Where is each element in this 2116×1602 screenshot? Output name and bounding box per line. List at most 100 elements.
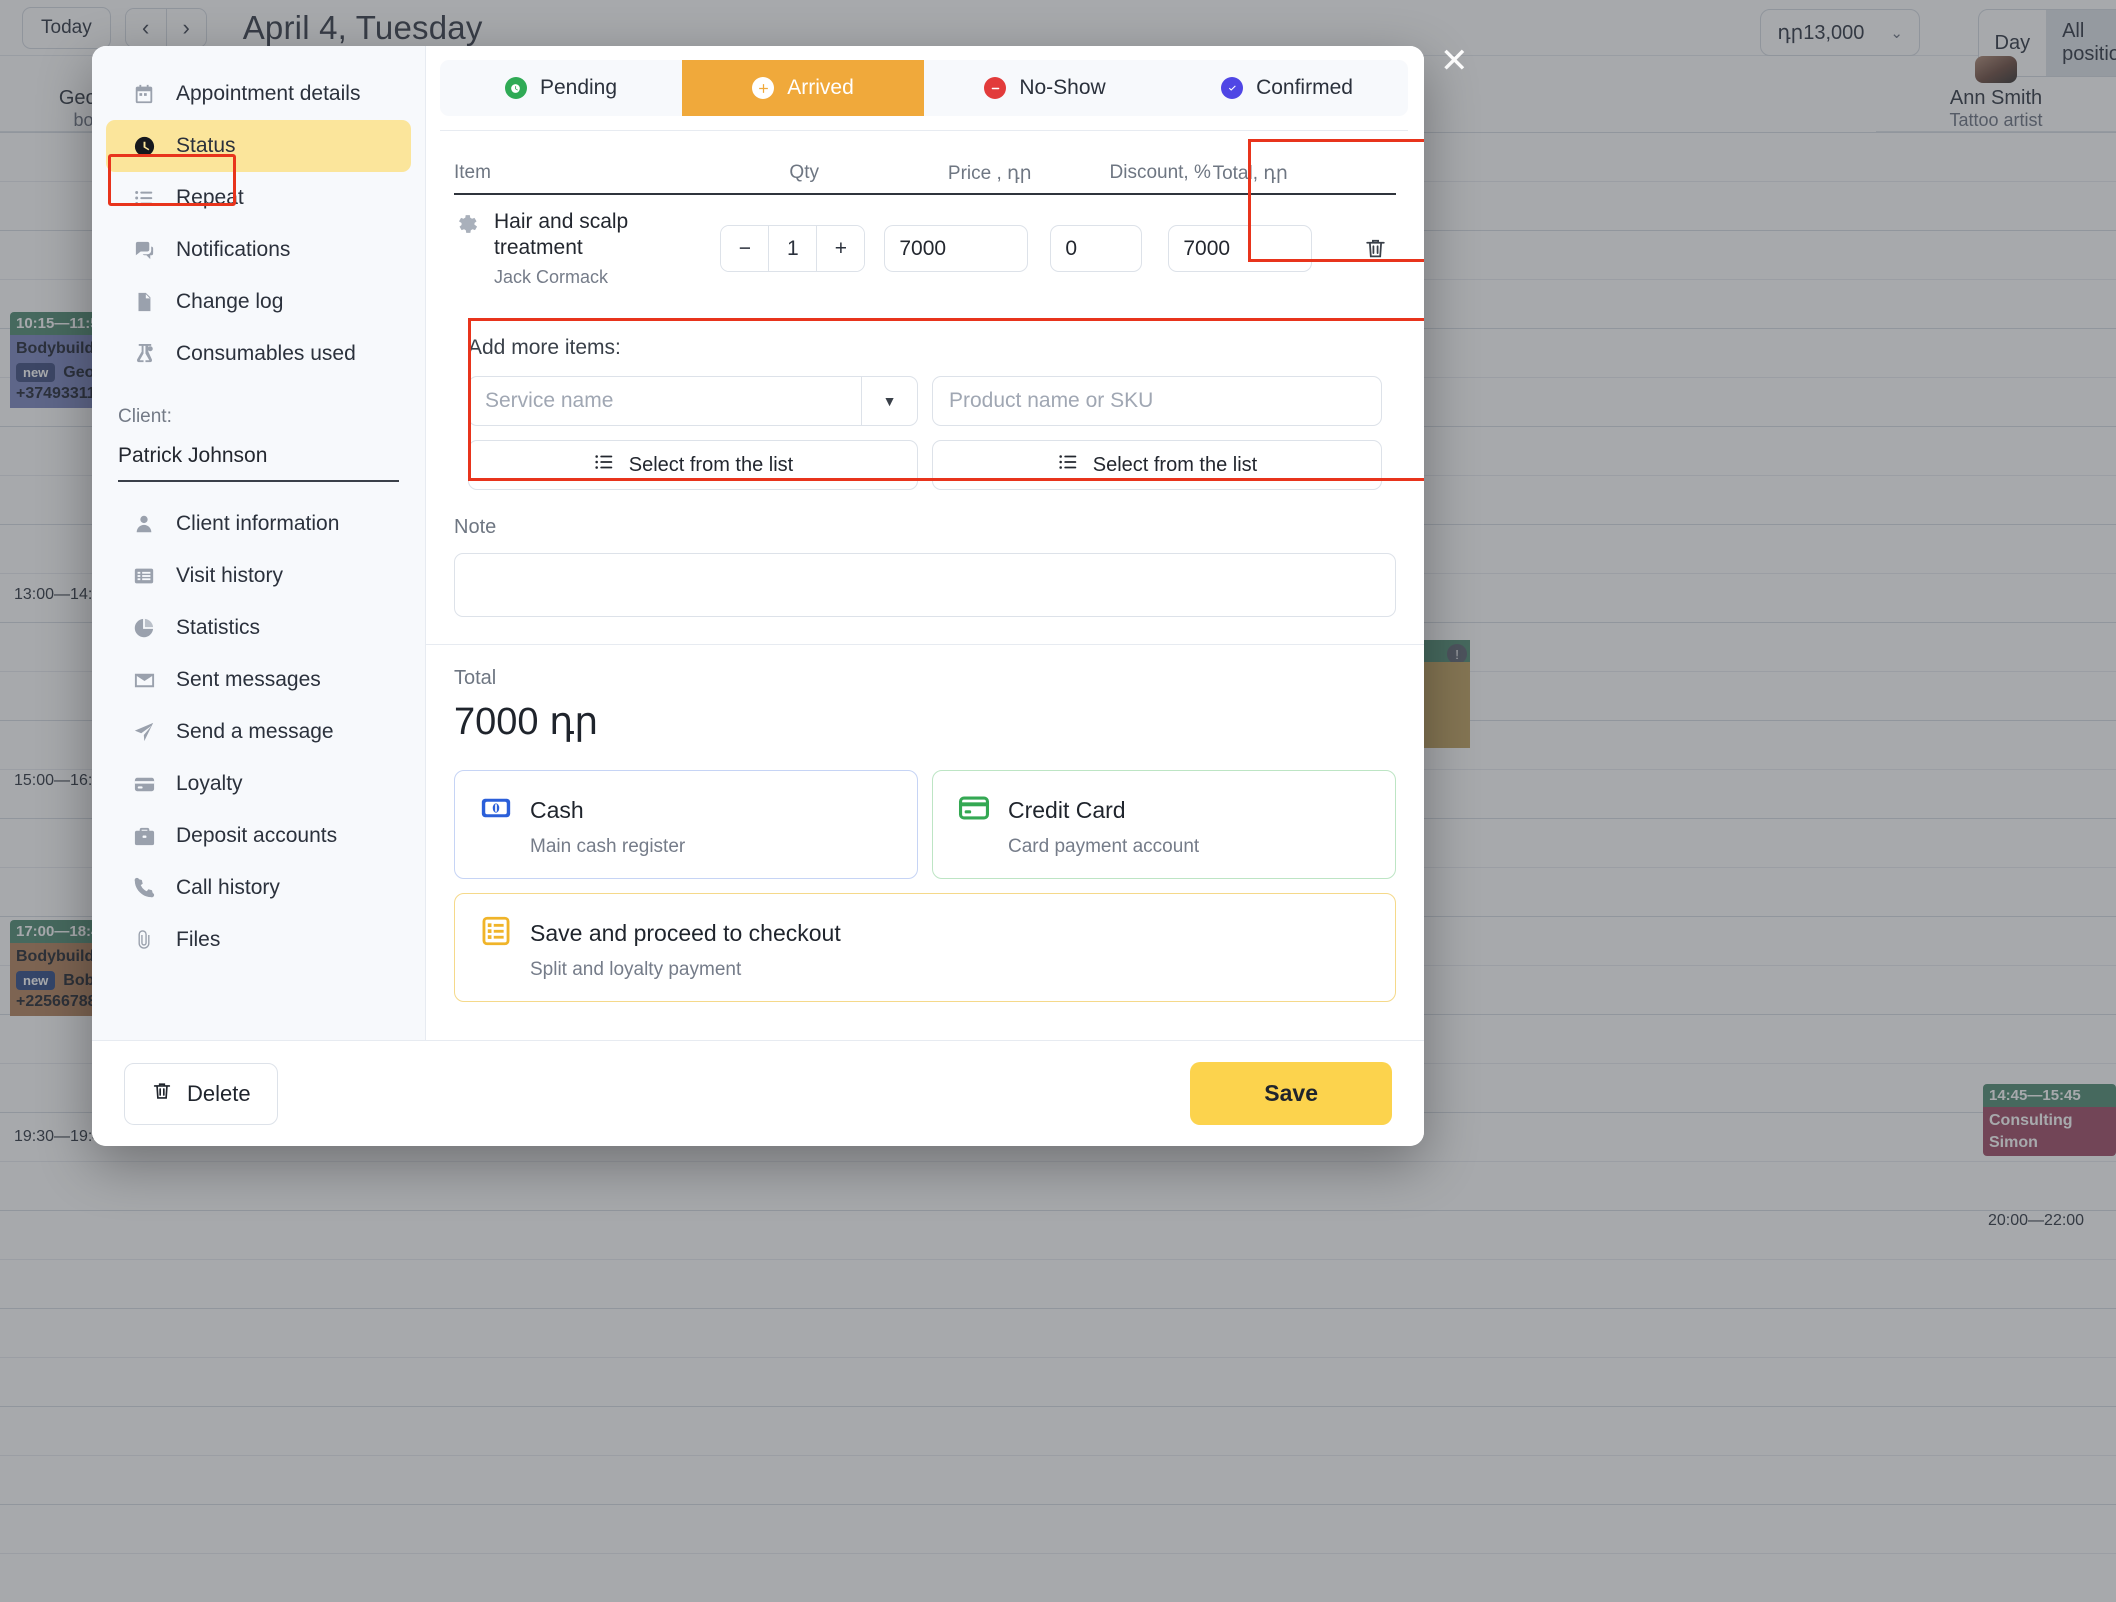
client-label: Client: [118,406,172,427]
service-name-input[interactable] [469,377,861,426]
column-header-item: Item [454,162,491,183]
column-header-qty: Qty [789,162,819,183]
column-header-discount: Discount, % [1109,162,1211,183]
sidebar-item-label: Consumables used [176,342,356,365]
list-icon [132,186,156,210]
select-service-from-list-button[interactable]: Select from the list [468,440,918,491]
payment-option-checkout[interactable]: Save and proceed to checkout Split and l… [454,893,1396,1003]
modal-main-pane: Pending Arrived No-Show Confirmed Item Q… [426,46,1424,1040]
person-icon [132,512,156,536]
sidebar-item-label: Deposit accounts [176,824,338,847]
modal-footer: Delete Save [92,1040,1424,1146]
close-icon[interactable]: ✕ [1440,44,1469,78]
client-name: Patrick Johnson [118,444,268,467]
payment-head: Credit Card [957,791,1371,830]
trash-icon [151,1080,173,1108]
sidebar-item-statistics[interactable]: Statistics [106,602,411,654]
payment-option-cash[interactable]: Cash Main cash register [454,770,918,880]
qty-increment-button[interactable]: + [816,226,865,272]
modal-sidebar: Appointment details Status Repeat Notifi… [92,46,426,1040]
sidebar-item-appointment-details[interactable]: Appointment details [106,68,411,120]
credit-card-icon [957,791,991,830]
service-column: ▼ Select from the list [468,376,918,491]
add-more-items-section: Add more items: ▼ Select from the list [454,318,1424,510]
clock-circle-icon [504,77,527,99]
calendar-icon [132,82,156,106]
service-combo[interactable]: ▼ [468,376,918,427]
delete-button[interactable]: Delete [124,1062,278,1125]
tab-pending[interactable]: Pending [440,60,682,116]
payment-subtitle: Main cash register [530,836,686,858]
payment-subtitle: Split and loyalty payment [530,959,742,981]
sidebar-item-label: Notifications [176,238,291,261]
sidebar-item-files[interactable]: Files [106,914,411,966]
phone-icon [132,876,156,900]
qty-value[interactable]: 1 [768,226,817,272]
briefcase-icon [132,824,156,848]
sidebar-item-status[interactable]: Status [106,120,411,172]
item-title: Hair and scalp treatment [494,210,629,259]
tab-label: Pending [539,76,618,99]
sidebar-item-label: Visit history [176,564,283,587]
sidebar-item-label: Sent messages [176,668,321,691]
payment-title: Save and proceed to checkout [530,920,841,947]
add-more-items-label: Add more items: [468,336,621,360]
sidebar-item-label: Call history [176,876,280,899]
checkout-list-icon [479,914,513,953]
qty-cell: − 1 + [720,225,866,273]
price-input[interactable] [884,225,1029,273]
payment-options-grid: Cash Main cash register Credit Card Card… [454,770,1396,1003]
quantity-stepper[interactable]: − 1 + [720,225,866,273]
save-button[interactable]: Save [1190,1062,1392,1125]
payment-option-credit-card[interactable]: Credit Card Card payment account [932,770,1396,880]
column-header-total: Total, դր [1212,162,1288,184]
discount-input[interactable] [1050,225,1143,273]
payment-title: Credit Card [1008,797,1126,824]
sidebar-item-notifications[interactable]: Notifications [106,224,411,276]
tab-label: No-Show [1019,76,1106,99]
client-block: Client: Patrick Johnson [92,380,425,482]
payment-head: Save and proceed to checkout [479,914,1371,953]
product-column: Select from the list [932,376,1382,491]
note-label: Note [454,516,497,539]
payment-head: Cash [479,791,893,830]
list-box-icon [132,564,156,588]
chevron-down-icon[interactable]: ▼ [861,377,917,426]
note-input[interactable] [454,553,1396,618]
qty-decrement-button[interactable]: − [721,226,769,272]
payment-section: Total 7000 դր Cash Main cash register Cr… [426,645,1424,1003]
select-product-from-list-button[interactable]: Select from the list [932,440,1382,491]
sidebar-item-loyalty[interactable]: Loyalty [106,758,411,810]
list-icon [593,451,615,479]
gear-icon [454,211,480,237]
card-icon [132,772,156,796]
sidebar-item-label: Send a message [176,720,334,743]
total-input[interactable] [1168,225,1313,273]
delete-label: Delete [187,1080,251,1106]
sidebar-item-change-log[interactable]: Change log [106,276,411,328]
sidebar-item-label: Change log [176,290,284,313]
sidebar-item-repeat[interactable]: Repeat [106,172,411,224]
minus-circle-icon [984,77,1007,99]
sidebar-item-deposit-accounts[interactable]: Deposit accounts [106,810,411,862]
document-icon [132,290,156,314]
sidebar-item-consumables-used[interactable]: Consumables used [106,328,411,380]
delete-row-button[interactable] [1354,236,1396,261]
tab-no-show[interactable]: No-Show [924,60,1166,116]
product-name-input[interactable] [932,376,1382,427]
pie-chart-icon [132,616,156,640]
status-tabs-wrap: Pending Arrived No-Show Confirmed [426,46,1424,131]
add-items-grid: ▼ Select from the list [468,376,1382,491]
sidebar-item-call-history[interactable]: Call history [106,862,411,914]
tab-confirmed[interactable]: Confirmed [1166,60,1408,116]
column-header-price: Price , դր [947,162,1032,184]
sidebar-item-visit-history[interactable]: Visit history [106,550,411,602]
tab-label: Arrived [787,76,854,99]
sidebar-item-send-a-message[interactable]: Send a message [106,706,411,758]
list-icon [1057,451,1079,479]
sidebar-item-client-information[interactable]: Client information [106,498,411,550]
item-text-block: Hair and scalp treatment Jack Cormack [494,209,720,288]
sidebar-item-label: Client information [176,512,340,535]
sidebar-item-sent-messages[interactable]: Sent messages [106,654,411,706]
tab-arrived[interactable]: Arrived [682,60,924,116]
